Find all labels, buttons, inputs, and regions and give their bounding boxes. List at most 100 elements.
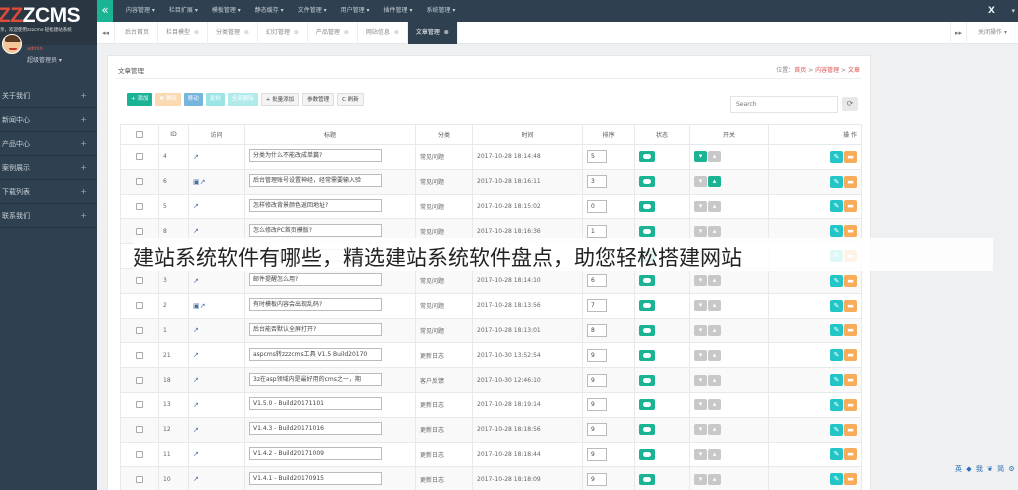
title-input[interactable]: 分类为什么不能改成单篇?	[249, 149, 382, 163]
sidebar-item-downloads[interactable]: 下载列表 +	[0, 180, 97, 204]
thumbs-down-icon[interactable]: ▾	[694, 200, 707, 212]
title-input[interactable]: V1.4.2 - Build20171009	[249, 446, 382, 460]
trash-icon[interactable]: ▬	[844, 200, 857, 213]
thumbs-up-icon[interactable]: ▴	[708, 200, 721, 212]
row-checkbox[interactable]	[136, 178, 143, 186]
tab-close-icon[interactable]: ⊗	[294, 29, 299, 36]
title-input[interactable]: V1.4.3 - Build20171016	[249, 422, 382, 436]
edit-icon[interactable]: ✎	[830, 473, 843, 486]
close-icon[interactable]: X	[988, 0, 995, 22]
tab-scroll-left-icon[interactable]: ◂◂	[97, 22, 115, 44]
thumbs-down-icon[interactable]: ▾	[694, 151, 707, 163]
trash-icon[interactable]: ▬	[844, 274, 857, 287]
sidebar-item-products[interactable]: 产品中心 +	[0, 132, 97, 156]
tab-products[interactable]: 产品管理 ⊗	[308, 22, 358, 44]
edit-icon[interactable]: ✎	[830, 175, 843, 188]
thumbs-up-icon[interactable]: ▴	[708, 151, 721, 163]
sort-input[interactable]: 9	[587, 398, 607, 412]
trash-icon[interactable]: ▬	[844, 398, 857, 411]
title-input[interactable]: 邮件提醒怎么用?	[249, 273, 382, 287]
thumbs-down-icon[interactable]: ▾	[694, 275, 707, 287]
edit-icon[interactable]: ✎	[830, 423, 843, 436]
row-checkbox[interactable]	[136, 426, 143, 434]
avatar[interactable]	[2, 34, 22, 54]
tab-home[interactable]: 后台首页	[117, 22, 159, 44]
title-input[interactable]: 后台管理账号设置神经，经常需要输入验	[249, 174, 382, 188]
delete-all-button[interactable]: 全部删除	[227, 93, 258, 106]
trash-icon[interactable]: ▬	[844, 150, 857, 163]
sort-input[interactable]: 5	[587, 150, 607, 164]
title-input[interactable]: 怎么修改PC首页模版?	[249, 223, 382, 237]
sort-input[interactable]: 9	[587, 373, 607, 387]
trash-icon[interactable]: ▬	[844, 175, 857, 188]
breadcrumb-content[interactable]: 内容管理	[815, 67, 839, 74]
delete-button[interactable]: ✖ 删除	[155, 93, 181, 106]
external-link-icon[interactable]: ↗	[193, 351, 199, 359]
thumbs-up-icon[interactable]: ▴	[708, 275, 721, 287]
sidebar-item-news[interactable]: 新闻中心 +	[0, 108, 97, 132]
row-checkbox[interactable]	[136, 227, 143, 235]
trash-icon[interactable]: ▬	[844, 473, 857, 486]
external-link-icon[interactable]: ↗	[193, 426, 199, 434]
nav-system[interactable]: 系统管理 ▾	[419, 0, 462, 22]
thumbs-up-icon[interactable]: ▴	[708, 225, 721, 237]
thumbs-up-icon[interactable]: ▴	[708, 448, 721, 460]
sort-input[interactable]: 1	[587, 224, 607, 238]
thumbs-up-icon[interactable]: ▴	[708, 176, 721, 188]
trash-icon[interactable]: ▬	[844, 324, 857, 337]
external-link-icon[interactable]: ↗	[193, 202, 199, 210]
edit-icon[interactable]: ✎	[830, 324, 843, 337]
nav-files[interactable]: 文件管理 ▾	[291, 0, 334, 22]
sidebar-item-about[interactable]: 关于我们 +	[0, 84, 97, 108]
external-link-icon[interactable]: ↗	[193, 401, 199, 409]
move-button[interactable]: 移动	[183, 93, 203, 106]
title-input[interactable]: V1.5.0 - Build20171101	[249, 397, 382, 411]
edit-icon[interactable]: ✎	[830, 374, 843, 387]
external-link-icon[interactable]: ↗	[193, 450, 199, 458]
status-toggle[interactable]	[639, 300, 655, 312]
sort-input[interactable]: 9	[587, 423, 607, 437]
nav-users[interactable]: 用户管理 ▾	[334, 0, 377, 22]
thumbs-down-icon[interactable]: ▾	[694, 300, 707, 312]
select-all-checkbox[interactable]	[136, 131, 143, 138]
refresh-icon[interactable]: ⟳	[842, 97, 858, 111]
row-checkbox[interactable]	[136, 401, 143, 409]
sort-input[interactable]: 9	[587, 348, 607, 362]
trash-icon[interactable]: ▬	[844, 225, 857, 238]
row-checkbox[interactable]	[136, 326, 143, 334]
nav-plugins[interactable]: 插件管理 ▾	[377, 0, 420, 22]
row-select-cell[interactable]	[120, 292, 159, 319]
title-input[interactable]: 3z在asp领域内是最好用的cms之一，期	[249, 372, 382, 386]
external-link-icon[interactable]: ↗	[193, 376, 199, 384]
select-all-header[interactable]	[120, 124, 159, 145]
add-button[interactable]: + 添加	[127, 93, 153, 106]
status-toggle[interactable]	[639, 349, 655, 361]
sort-input[interactable]: 9	[587, 447, 607, 461]
nav-content[interactable]: 内容管理 ▾	[119, 0, 162, 22]
row-select-cell[interactable]	[120, 441, 159, 468]
tab-column-model[interactable]: 栏目模型 ⊗	[158, 22, 208, 44]
tab-site-info[interactable]: 网站信息 ⊗	[358, 22, 408, 44]
status-toggle[interactable]	[639, 324, 655, 336]
copy-button[interactable]: 复制	[205, 93, 225, 106]
sort-input[interactable]: 3	[587, 175, 607, 189]
row-select-cell[interactable]	[120, 267, 159, 294]
thumbs-down-icon[interactable]: ▾	[694, 424, 707, 436]
thumbs-up-icon[interactable]: ▴	[708, 374, 721, 386]
external-link-icon[interactable]: ↗	[193, 277, 199, 285]
row-checkbox[interactable]	[136, 475, 143, 483]
sort-input[interactable]: 6	[587, 274, 607, 288]
tab-close-icon[interactable]: ⊗	[194, 29, 199, 36]
status-toggle[interactable]	[639, 225, 655, 237]
thumbs-down-icon[interactable]: ▾	[694, 225, 707, 237]
menu-toggle-icon[interactable]: «	[97, 0, 113, 22]
status-toggle[interactable]	[639, 176, 655, 188]
status-toggle[interactable]	[639, 200, 655, 212]
sidebar-item-contact[interactable]: 联系我们 +	[0, 204, 97, 228]
tab-close-icon[interactable]: ⊗	[394, 29, 399, 36]
thumbs-up-icon[interactable]: ▴	[708, 424, 721, 436]
row-select-cell[interactable]	[120, 466, 159, 490]
row-checkbox[interactable]	[136, 153, 143, 161]
trash-icon[interactable]: ▬	[844, 448, 857, 461]
search-input[interactable]	[730, 96, 838, 113]
